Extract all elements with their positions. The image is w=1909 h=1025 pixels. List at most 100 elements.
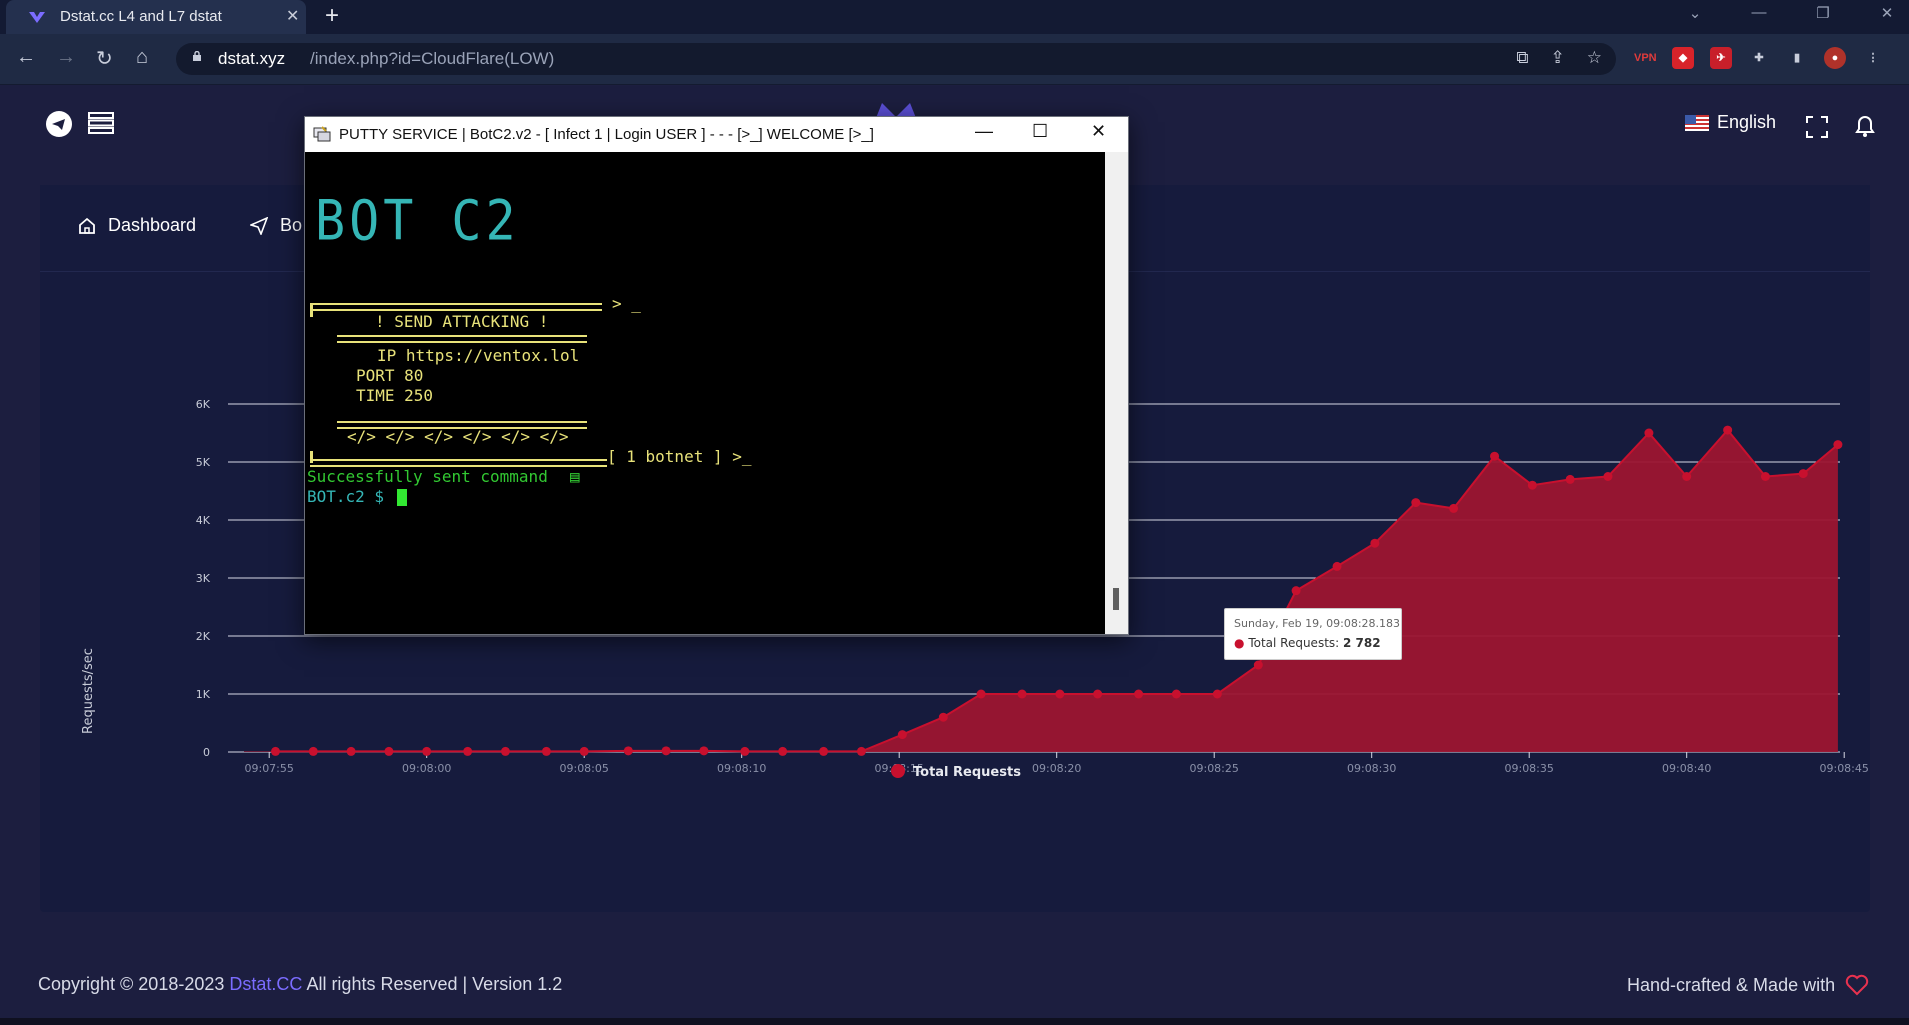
reload-icon[interactable]: ↻ — [96, 46, 113, 71]
x-tick-label: 09:08:45 — [1819, 762, 1868, 775]
translate-icon[interactable]: ⧉ — [1516, 48, 1528, 68]
data-point — [1134, 689, 1144, 699]
url-path: /index.php?id=CloudFlare(LOW) — [310, 49, 555, 68]
data-point — [1490, 451, 1500, 461]
side-panel-icon[interactable]: ▮ — [1786, 47, 1808, 69]
telegram-icon[interactable] — [46, 111, 72, 137]
port-line: PORT 80 — [356, 366, 424, 385]
x-tick-label: 09:08:40 — [1662, 762, 1711, 775]
data-point — [579, 746, 589, 756]
handcrafted-text: Hand-crafted & Made with — [1627, 974, 1836, 995]
data-point — [1723, 425, 1733, 435]
footer-handcrafted: Hand-crafted & Made with — [1627, 974, 1869, 996]
data-point — [1171, 689, 1181, 699]
data-point — [1253, 660, 1263, 670]
terminal[interactable]: BOT C2 > _ ! SEND ATTACKING ! IP https:/… — [305, 152, 1105, 634]
extensions-puzzle-icon[interactable]: ✚ — [1748, 47, 1770, 69]
extension-shield-icon[interactable]: ✈ — [1710, 47, 1732, 69]
data-point — [1682, 472, 1692, 481]
putty-close-icon[interactable]: ✕ — [1091, 121, 1106, 142]
terminal-cursor — [397, 489, 407, 506]
footer-copyright: Copyright © 2018-2023 Dstat.CC All right… — [38, 974, 562, 995]
forward-icon[interactable]: → — [56, 46, 76, 69]
restore-icon[interactable]: ❐ — [1811, 4, 1835, 22]
back-icon[interactable]: ← — [16, 46, 36, 69]
data-point — [1017, 689, 1027, 699]
putty-titlebar[interactable]: PUTTY SERVICE | BotC2.v2 - [ Infect 1 | … — [305, 117, 1128, 152]
data-point — [740, 746, 750, 756]
tab-close-icon[interactable]: ✕ — [286, 6, 299, 26]
putty-window[interactable]: PUTTY SERVICE | BotC2.v2 - [ Infect 1 | … — [304, 116, 1129, 635]
data-point — [1798, 469, 1808, 479]
browser-tab-strip: Dstat.cc L4 and L7 dstat ✕ + ⌄ — ❐ ✕ — [0, 0, 1909, 34]
data-point — [1411, 498, 1421, 508]
frame-bottom-line — [310, 459, 607, 467]
data-point — [1093, 689, 1103, 699]
close-window-icon[interactable]: ✕ — [1875, 4, 1899, 22]
data-point — [541, 746, 551, 756]
document-icon: ▤ — [570, 467, 580, 486]
y-tick-label: 2K — [196, 630, 211, 643]
terminal-scrollbar[interactable] — [1105, 152, 1128, 634]
success-message: Successfully sent command — [307, 467, 548, 486]
y-tick-label: 3K — [196, 572, 211, 585]
server-menu-icon[interactable] — [88, 112, 114, 134]
tooltip-marker: ● — [1234, 636, 1245, 650]
data-point — [856, 746, 866, 756]
data-point — [1212, 689, 1222, 699]
data-point — [938, 712, 948, 722]
language-label: English — [1717, 112, 1777, 132]
send-attacking-label: ! SEND ATTACKING ! — [375, 312, 549, 331]
putty-title: PUTTY SERVICE | BotC2.v2 - [ Infect 1 | … — [339, 126, 874, 143]
data-point — [1644, 428, 1654, 438]
botnet-line: [ 1 botnet ] >_ — [607, 447, 752, 466]
x-tick-label: 09:07:55 — [244, 762, 293, 775]
y-axis-label: Requests/sec — [81, 648, 96, 734]
brand-link[interactable]: Dstat.CC — [229, 974, 302, 994]
bookmark-star-icon[interactable]: ☆ — [1587, 48, 1602, 68]
tooltip-label: Total Requests: — [1248, 636, 1340, 650]
extension-roblox-icon[interactable]: ◆ — [1672, 47, 1694, 69]
nav-bots[interactable]: Bo — [250, 215, 302, 236]
data-point — [346, 746, 356, 756]
language-selector[interactable]: English — [1685, 112, 1776, 133]
window-controls: ⌄ — ❐ ✕ — [1683, 4, 1899, 22]
share-icon[interactable]: ⇪ — [1551, 48, 1565, 68]
data-point — [1055, 689, 1065, 699]
data-point — [463, 746, 473, 756]
extension-vpn-icon[interactable]: VPN — [1634, 47, 1657, 69]
scrollbar-thumb[interactable] — [1113, 588, 1119, 610]
data-point — [500, 746, 510, 756]
browser-tab[interactable]: Dstat.cc L4 and L7 dstat ✕ — [6, 0, 306, 34]
x-tick-labels: 09:07:5509:08:0009:08:0509:08:1009:08:15… — [244, 762, 1868, 775]
profile-avatar[interactable]: ● — [1824, 47, 1846, 69]
fullscreen-icon[interactable] — [1805, 115, 1829, 139]
data-point — [1370, 538, 1380, 548]
browser-menu-icon[interactable]: ⋮ — [1862, 47, 1884, 69]
home-icon[interactable]: ⌂ — [136, 46, 148, 69]
nav-dashboard[interactable]: Dashboard — [78, 215, 196, 236]
data-point — [1565, 474, 1575, 484]
copyright-text: Copyright © 2018-2023 — [38, 974, 225, 994]
data-point — [308, 746, 318, 756]
taskbar-edge — [0, 1018, 1909, 1025]
data-point — [422, 746, 432, 756]
data-point — [1603, 472, 1613, 481]
us-flag-icon — [1685, 114, 1709, 131]
notification-bell-icon[interactable] — [1853, 113, 1877, 139]
data-point — [778, 746, 788, 756]
data-point — [271, 746, 280, 756]
botc2-logo: BOT C2 — [315, 189, 520, 253]
address-bar[interactable]: dstat.xyz /index.php?id=CloudFlare(LOW) … — [176, 43, 1616, 75]
x-tick-label: 09:08:10 — [717, 762, 766, 775]
y-tick-labels: 0 1K 2K 3K 4K 5K 6K — [196, 398, 211, 759]
y-tick-label: 4K — [196, 514, 211, 527]
send-icon — [250, 216, 268, 235]
putty-minimize-icon[interactable]: — — [975, 121, 993, 142]
putty-maximize-icon[interactable]: ☐ — [1032, 121, 1048, 142]
new-tab-button[interactable]: + — [325, 2, 339, 30]
tab-search-icon[interactable]: ⌄ — [1683, 4, 1707, 22]
minimize-icon[interactable]: — — [1747, 4, 1771, 22]
data-point — [1449, 503, 1459, 513]
lock-icon — [193, 51, 201, 61]
